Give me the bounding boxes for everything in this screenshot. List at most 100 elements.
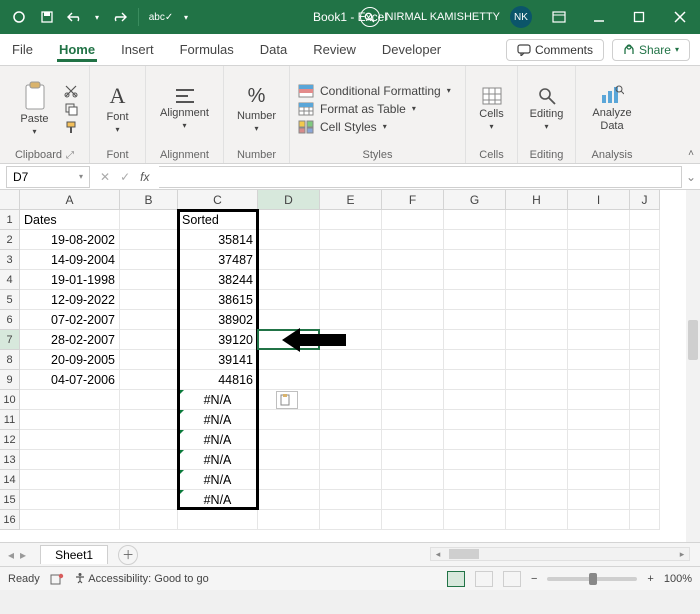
comments-button[interactable]: Comments	[506, 39, 604, 61]
select-all-corner[interactable]	[0, 190, 20, 210]
cell-G2[interactable]	[444, 230, 506, 250]
cell-C6[interactable]: 38902	[178, 310, 258, 330]
row-header-7[interactable]: 7	[0, 330, 20, 350]
cell-J2[interactable]	[630, 230, 660, 250]
cell-E1[interactable]	[320, 210, 382, 230]
cell-F1[interactable]	[382, 210, 444, 230]
col-header-D[interactable]: D	[258, 190, 320, 210]
cell-B1[interactable]	[120, 210, 178, 230]
cell-J13[interactable]	[630, 450, 660, 470]
error-indicator-icon[interactable]	[178, 410, 184, 416]
cell-H7[interactable]	[506, 330, 568, 350]
cell-C2[interactable]: 35814	[178, 230, 258, 250]
tab-insert[interactable]: Insert	[119, 38, 156, 61]
spellcheck-button[interactable]: abc✓	[147, 6, 175, 28]
cell-B15[interactable]	[120, 490, 178, 510]
cell-G1[interactable]	[444, 210, 506, 230]
cell-F13[interactable]	[382, 450, 444, 470]
cell-A7[interactable]: 28-02-2007	[20, 330, 120, 350]
cell-B10[interactable]	[120, 390, 178, 410]
cell-H11[interactable]	[506, 410, 568, 430]
cell-J5[interactable]	[630, 290, 660, 310]
cell-E14[interactable]	[320, 470, 382, 490]
cell-B13[interactable]	[120, 450, 178, 470]
cell-B11[interactable]	[120, 410, 178, 430]
cell-F6[interactable]	[382, 310, 444, 330]
share-button[interactable]: Share ▾	[612, 39, 690, 61]
cell-A1[interactable]: Dates	[20, 210, 120, 230]
cell-J10[interactable]	[630, 390, 660, 410]
paste-options-button[interactable]	[276, 391, 298, 409]
formula-input[interactable]	[159, 166, 682, 188]
cell-D1[interactable]	[258, 210, 320, 230]
row-header-16[interactable]: 16	[0, 510, 20, 530]
cell-F2[interactable]	[382, 230, 444, 250]
row-header-14[interactable]: 14	[0, 470, 20, 490]
cell-I9[interactable]	[568, 370, 630, 390]
cancel-formula-icon[interactable]: ✕	[100, 170, 110, 184]
cell-E16[interactable]	[320, 510, 382, 530]
cell-C15[interactable]: #N/A	[178, 490, 258, 510]
row-header-4[interactable]: 4	[0, 270, 20, 290]
cell-A16[interactable]	[20, 510, 120, 530]
col-header-F[interactable]: F	[382, 190, 444, 210]
zoom-out-button[interactable]: −	[531, 573, 537, 585]
cell-I2[interactable]	[568, 230, 630, 250]
cell-H15[interactable]	[506, 490, 568, 510]
undo-dropdown-icon[interactable]: ▾	[92, 6, 102, 28]
row-header-8[interactable]: 8	[0, 350, 20, 370]
sheet-nav-prev-icon[interactable]: ◂	[8, 548, 14, 562]
row-header-10[interactable]: 10	[0, 390, 20, 410]
cell-C7[interactable]: 39120	[178, 330, 258, 350]
row-header-9[interactable]: 9	[0, 370, 20, 390]
cell-E8[interactable]	[320, 350, 382, 370]
tab-home[interactable]: Home	[57, 38, 97, 62]
cell-A2[interactable]: 19-08-2002	[20, 230, 120, 250]
accessibility-status[interactable]: Accessibility: Good to go	[74, 572, 209, 585]
vertical-scrollbar[interactable]	[686, 190, 700, 542]
cell-E12[interactable]	[320, 430, 382, 450]
cell-C10[interactable]: #N/A	[178, 390, 258, 410]
col-header-A[interactable]: A	[20, 190, 120, 210]
cell-H1[interactable]	[506, 210, 568, 230]
col-header-E[interactable]: E	[320, 190, 382, 210]
cell-H14[interactable]	[506, 470, 568, 490]
cell-I1[interactable]	[568, 210, 630, 230]
cell-D6[interactable]	[258, 310, 320, 330]
qat-customize-icon[interactable]: ▾	[181, 6, 191, 28]
cell-A5[interactable]: 12-09-2022	[20, 290, 120, 310]
cell-D2[interactable]	[258, 230, 320, 250]
sheet-tab-sheet1[interactable]: Sheet1	[40, 545, 108, 564]
cell-F11[interactable]	[382, 410, 444, 430]
cell-I4[interactable]	[568, 270, 630, 290]
error-indicator-icon[interactable]	[178, 390, 184, 396]
view-page-break-button[interactable]	[503, 571, 521, 587]
autosave-toggle[interactable]	[8, 6, 30, 28]
cell-H6[interactable]	[506, 310, 568, 330]
conditional-formatting-button[interactable]: Conditional Formatting ▾	[298, 84, 451, 98]
cell-B5[interactable]	[120, 290, 178, 310]
undo-button[interactable]	[64, 6, 86, 28]
cell-I16[interactable]	[568, 510, 630, 530]
cell-F5[interactable]	[382, 290, 444, 310]
zoom-in-button[interactable]: +	[647, 573, 653, 585]
analyze-data-button[interactable]: Analyze Data	[584, 76, 640, 142]
cell-F7[interactable]	[382, 330, 444, 350]
cell-J9[interactable]	[630, 370, 660, 390]
cell-C11[interactable]: #N/A	[178, 410, 258, 430]
cell-E4[interactable]	[320, 270, 382, 290]
cells-area[interactable]: DatesSorted19-08-20023581414-09-20043748…	[20, 210, 686, 542]
clipboard-launcher-icon[interactable]: ⤢	[66, 150, 74, 161]
cell-C8[interactable]: 39141	[178, 350, 258, 370]
cell-C9[interactable]: 44816	[178, 370, 258, 390]
number-button[interactable]: % Number▾	[234, 76, 280, 142]
col-header-I[interactable]: I	[568, 190, 630, 210]
cell-A10[interactable]	[20, 390, 120, 410]
cell-B4[interactable]	[120, 270, 178, 290]
avatar[interactable]: NK	[510, 6, 532, 28]
cell-E6[interactable]	[320, 310, 382, 330]
cell-I13[interactable]	[568, 450, 630, 470]
cell-E10[interactable]	[320, 390, 382, 410]
cell-F12[interactable]	[382, 430, 444, 450]
col-header-C[interactable]: C	[178, 190, 258, 210]
